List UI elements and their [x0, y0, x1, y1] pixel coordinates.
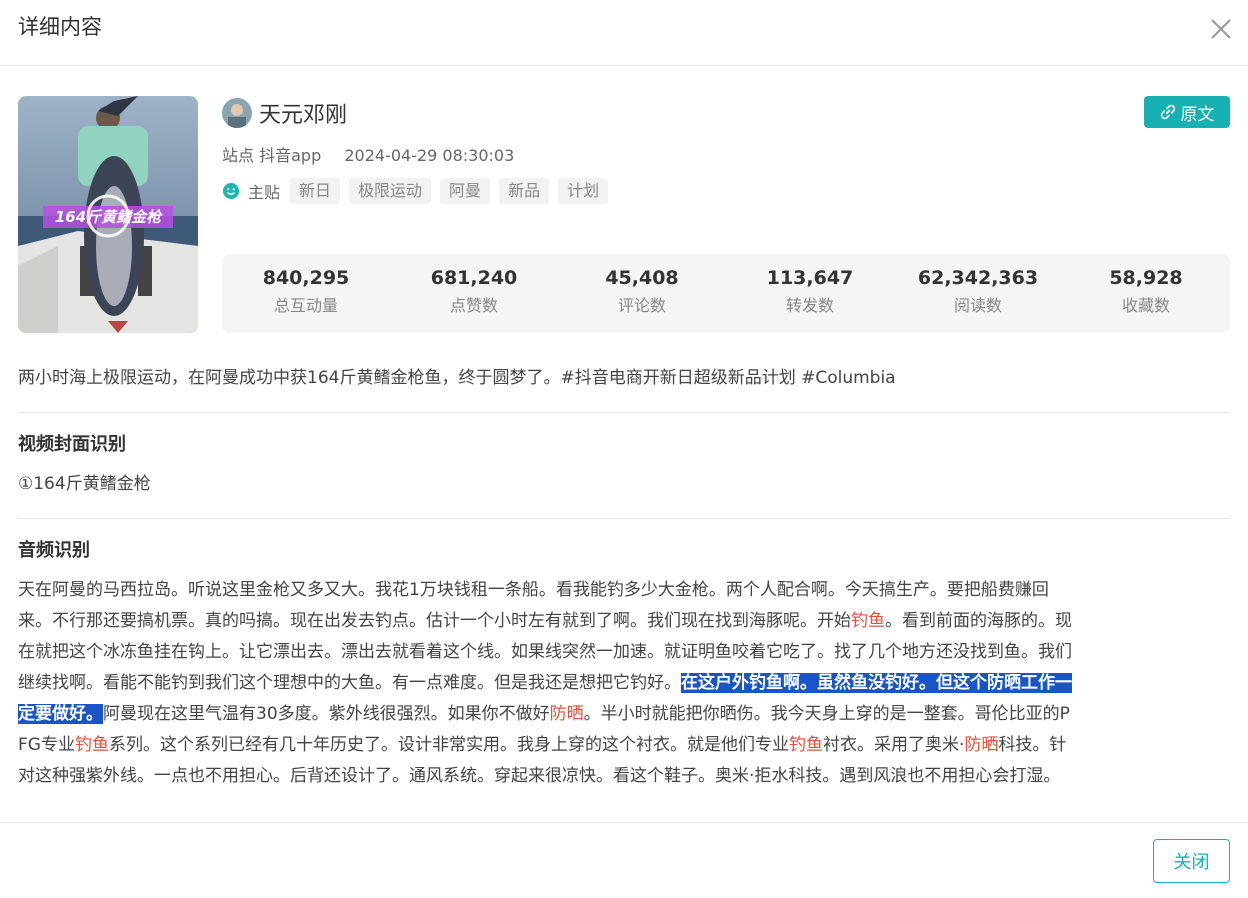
- main-post-label: 主贴: [248, 183, 281, 202]
- divider: [18, 412, 1230, 413]
- stat-value: 840,295: [262, 267, 350, 289]
- stat-label: 收藏数: [1121, 296, 1170, 315]
- audio-line: 来。不行那还要搞机票。真的吗搞。现在出发去钓点。估计一个小时左有就到了啊。我们现…: [18, 611, 1072, 631]
- stat-favorites: 58,928 收藏数: [1062, 254, 1230, 333]
- keyword-highlight: 防晒: [964, 735, 999, 755]
- stat-total-interactions: 840,295 总互动量: [222, 254, 390, 333]
- text-selection: 定要做好。: [18, 704, 103, 724]
- tag[interactable]: 新品: [499, 178, 550, 204]
- site-name: 抖音app: [259, 146, 322, 165]
- audio-line: 在就把这个冰冻鱼挂在钩上。让它漂出去。漂出去就看着这个线。如果线突然一加速。就证…: [18, 642, 1072, 662]
- link-icon: [1160, 104, 1175, 120]
- stat-value: 58,928: [1109, 267, 1183, 289]
- stat-value: 681,240: [430, 267, 518, 289]
- audio-line: 对这种强紫外线。一点也不用担心。后背还设计了。通风系统。穿起来很凉快。看这个鞋子…: [18, 766, 1061, 786]
- cover-recognition-title: 视频封面识别: [18, 434, 126, 455]
- keyword-highlight: 钓鱼: [74, 735, 109, 755]
- author-row: 天元邓刚: [222, 97, 347, 129]
- stat-value: 45,408: [605, 267, 679, 289]
- tag[interactable]: 极限运动: [349, 178, 432, 204]
- meta-row: 站点 抖音app 2024-04-29 08:30:03: [222, 145, 514, 167]
- stats-panel: 840,295 总互动量 681,240 点赞数 45,408 评论数 113,…: [222, 254, 1230, 333]
- modal-header: 详细内容: [0, 0, 1248, 66]
- stat-comments: 45,408 评论数: [558, 254, 726, 333]
- site-label: 站点: [222, 146, 255, 165]
- stat-label: 转发数: [785, 296, 834, 315]
- author-name[interactable]: 天元邓刚: [259, 97, 347, 129]
- audio-line: FG专业钓鱼系列。这个系列已经有几十年历史了。设计非常实用。我身上穿的这个衬衣。…: [18, 735, 1067, 755]
- footer-divider: [0, 822, 1248, 823]
- modal-title: 详细内容: [18, 15, 102, 39]
- keyword-highlight: 钓鱼: [788, 735, 823, 755]
- stat-likes: 681,240 点赞数: [390, 254, 558, 333]
- audio-line: 天在阿曼的马西拉岛。听说这里金枪又多又大。我花1万块钱租一条船。看我能钓多少大金…: [18, 580, 1049, 600]
- stat-label: 评论数: [617, 296, 666, 315]
- stat-value: 113,647: [766, 267, 854, 289]
- keyword-highlight: 钓鱼: [851, 611, 885, 631]
- tag[interactable]: 计划: [558, 178, 609, 204]
- tag[interactable]: 新日: [290, 178, 341, 204]
- audio-line: 定要做好。阿曼现在这里气温有30多度。紫外线很强烈。如果你不做好防晒。半小时就能…: [18, 704, 1070, 724]
- audio-recognition-title: 音频识别: [18, 540, 90, 561]
- smile-icon: [223, 183, 239, 199]
- post-datetime: 2024-04-29 08:30:03: [344, 146, 515, 165]
- source-link-button[interactable]: 原文: [1144, 96, 1230, 128]
- tag[interactable]: 阿曼: [440, 178, 491, 204]
- stat-label: 阅读数: [953, 296, 1002, 315]
- cover-recognition-text: ①164斤黄鳍金枪: [18, 474, 151, 494]
- thumbnail-caption: 164斤黄鳍金枪: [55, 208, 163, 226]
- stat-reads: 62,342,363 阅读数: [894, 254, 1062, 333]
- audio-line: 继续找啊。看能不能钓到我们这个理想中的大鱼。有一点难度。但是我还是想把它钓好。在…: [18, 673, 1072, 693]
- stat-shares: 113,647 转发数: [726, 254, 894, 333]
- tags-row: 主贴 新日 极限运动 阿曼 新品 计划: [222, 178, 617, 204]
- source-button-label: 原文: [1180, 104, 1215, 125]
- avatar[interactable]: [222, 98, 252, 128]
- post-description: 两小时海上极限运动，在阿曼成功中获164斤黄鳍金枪鱼，终于圆梦了。#抖音电商开新…: [18, 368, 896, 388]
- stat-label: 总互动量: [273, 296, 338, 315]
- close-button[interactable]: 关闭: [1153, 839, 1230, 883]
- text-selection: 在这户外钓鱼啊。虽然鱼没钓好。但这个防晒工作一: [681, 673, 1072, 693]
- divider: [18, 518, 1230, 519]
- keyword-highlight: 防晒: [549, 704, 584, 724]
- stat-label: 点赞数: [449, 296, 498, 315]
- close-icon[interactable]: [1208, 16, 1234, 42]
- video-thumbnail[interactable]: 164斤黄鳍金枪: [18, 96, 198, 333]
- stat-value: 62,342,363: [917, 267, 1039, 289]
- audio-recognition-text: 天在阿曼的马西拉岛。听说这里金枪又多又大。我花1万块钱租一条船。看我能钓多少大金…: [18, 575, 1230, 792]
